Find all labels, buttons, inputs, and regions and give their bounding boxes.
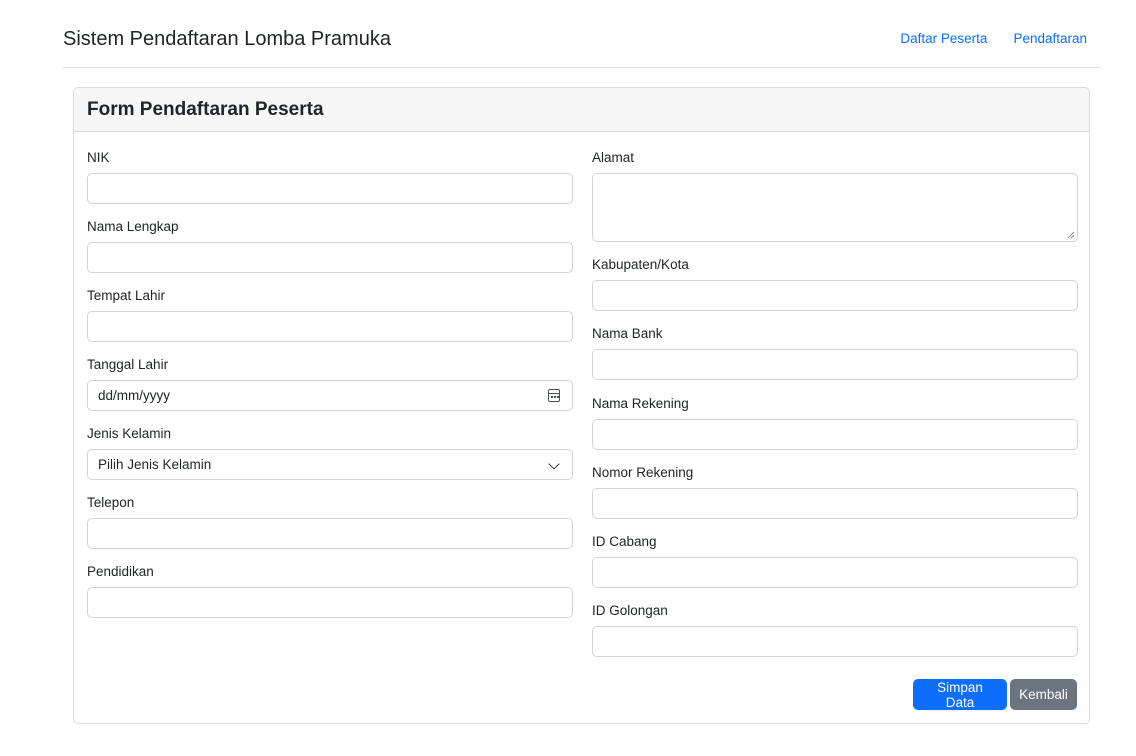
jenis-kelamin-select[interactable]: Pilih Jenis Kelamin [87, 449, 573, 480]
card-header: Form Pendaftaran Peserta [74, 88, 1089, 132]
form-title: Form Pendaftaran Peserta [87, 99, 324, 120]
field-nomor-rekening: Nomor Rekening [592, 464, 1078, 519]
pendidikan-input[interactable] [87, 587, 573, 618]
id-golongan-input[interactable] [592, 626, 1078, 657]
telepon-input[interactable] [87, 518, 573, 549]
nama-lengkap-input[interactable] [87, 242, 573, 273]
field-pendidikan: Pendidikan [87, 563, 573, 618]
id-cabang-label: ID Cabang [592, 534, 657, 549]
field-jenis-kelamin: Jenis Kelamin Pilih Jenis Kelamin [87, 425, 573, 480]
kabupaten-kota-label: Kabupaten/Kota [592, 257, 689, 272]
nomor-rekening-input[interactable] [592, 488, 1078, 519]
date-placeholder: dd/mm/yyyy [98, 388, 171, 403]
id-cabang-input[interactable] [592, 557, 1078, 588]
field-telepon: Telepon [87, 494, 573, 549]
tanggal-lahir-label: Tanggal Lahir [87, 357, 169, 372]
nik-input[interactable] [87, 173, 573, 204]
nav-link-daftar-peserta[interactable]: Daftar Peserta [900, 30, 987, 47]
field-kabupaten-kota: Kabupaten/Kota [592, 256, 1078, 311]
field-id-golongan: ID Golongan [592, 602, 1078, 657]
field-tempat-lahir: Tempat Lahir [87, 287, 573, 342]
field-nik: NIK [87, 149, 573, 204]
jenis-kelamin-label: Jenis Kelamin [87, 426, 172, 441]
chevron-down-icon [548, 458, 560, 470]
field-alamat: Alamat [592, 149, 1078, 242]
tanggal-lahir-input[interactable]: dd/mm/yyyy [87, 380, 573, 411]
field-nama-rekening: Nama Rekening [592, 395, 1078, 450]
nav-link-pendaftaran[interactable]: Pendaftaran [1013, 30, 1087, 47]
resize-grip-icon[interactable] [1067, 231, 1075, 239]
field-tanggal-lahir: Tanggal Lahir dd/mm/yyyy [87, 356, 573, 411]
id-golongan-label: ID Golongan [592, 603, 668, 618]
nik-label: NIK [87, 150, 110, 165]
field-id-cabang: ID Cabang [592, 533, 1078, 588]
jenis-kelamin-selected: Pilih Jenis Kelamin [98, 457, 212, 472]
calendar-icon[interactable] [548, 389, 560, 402]
kembali-button[interactable]: Kembali [1010, 679, 1077, 710]
nama-lengkap-label: Nama Lengkap [87, 219, 179, 234]
top-navbar: Sistem Pendaftaran Lomba Pramuka Daftar … [63, 0, 1100, 68]
nama-rekening-label: Nama Rekening [592, 396, 689, 411]
nama-bank-input[interactable] [592, 349, 1078, 380]
tempat-lahir-input[interactable] [87, 311, 573, 342]
form-actions: Simpan Data Kembali [913, 679, 1077, 710]
kabupaten-kota-input[interactable] [592, 280, 1078, 311]
registration-form-card: Form Pendaftaran Peserta NIK Nama Lengka… [73, 87, 1090, 724]
tempat-lahir-label: Tempat Lahir [87, 288, 166, 303]
alamat-textarea[interactable] [592, 173, 1078, 242]
nav-links: Daftar Peserta Pendaftaran [900, 30, 1087, 47]
alamat-label: Alamat [592, 150, 635, 165]
nomor-rekening-label: Nomor Rekening [592, 465, 694, 480]
app-title[interactable]: Sistem Pendaftaran Lomba Pramuka [63, 27, 391, 51]
field-nama-lengkap: Nama Lengkap [87, 218, 573, 273]
telepon-label: Telepon [87, 495, 135, 510]
field-nama-bank: Nama Bank [592, 325, 1078, 380]
nama-bank-label: Nama Bank [592, 326, 663, 341]
nama-rekening-input[interactable] [592, 419, 1078, 450]
simpan-data-button[interactable]: Simpan Data [913, 679, 1007, 710]
pendidikan-label: Pendidikan [87, 564, 154, 579]
